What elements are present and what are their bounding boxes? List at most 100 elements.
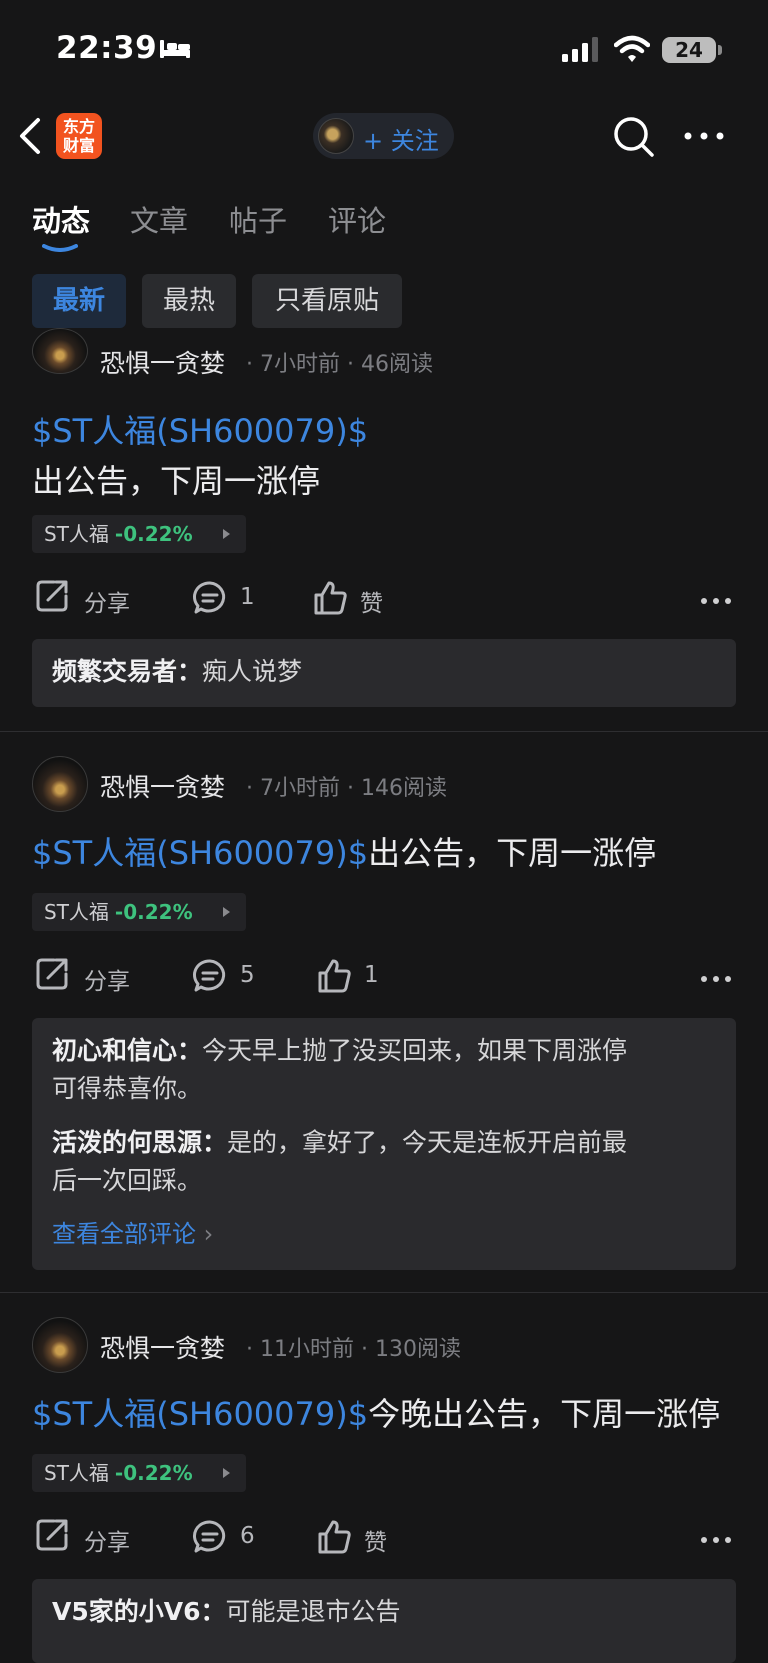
comment-text-cont: 后一次回踩。: [52, 1166, 203, 1195]
chevron-right-icon: ›: [203, 1220, 214, 1248]
post-text: 今晚出公告，下周一涨停: [368, 1395, 721, 1433]
author-name[interactable]: 恐惧一贪婪: [100, 1329, 225, 1365]
share-icon[interactable]: [34, 578, 70, 614]
tab-comments[interactable]: 评论: [328, 198, 386, 240]
post-item: 恐惧一贪婪 · 7小时前 · 46阅读 $ST人福(SH600079)$ 出公告…: [0, 328, 768, 732]
post-time: 11小时前: [260, 1337, 354, 1362]
view-all-label: 查看全部评论: [52, 1220, 196, 1248]
caret-right-icon: [223, 1468, 230, 1478]
stock-cashtag[interactable]: $ST人福(SH600079)$: [32, 1395, 368, 1433]
tab-dynamics[interactable]: 动态: [32, 198, 90, 240]
cellular-signal-icon: [562, 37, 598, 62]
author-avatar[interactable]: [32, 328, 88, 374]
stock-cashtag[interactable]: $ST人福(SH600079)$: [32, 412, 368, 450]
author-name[interactable]: 恐惧一贪婪: [100, 768, 225, 804]
like-thumb-icon[interactable]: [316, 1519, 352, 1555]
post-item: 恐惧一贪婪 · 11小时前 · 130阅读 $ST人福(SH600079)$今晚…: [0, 1293, 768, 1663]
post-content[interactable]: $ST人福(SH600079)$今晚出公告，下周一涨停: [32, 1389, 742, 1439]
comment-line: V5家的小V6：可能是退市公告: [52, 1593, 716, 1631]
view-all-comments-link[interactable]: 查看全部评论 ›: [52, 1214, 213, 1249]
commenter-name[interactable]: 活泼的何思源：: [52, 1128, 227, 1157]
caret-right-icon: [223, 529, 230, 539]
post-meta: · 11小时前 · 130阅读: [246, 1337, 461, 1362]
comment-icon[interactable]: [192, 580, 228, 616]
stock-name: ST人福: [44, 900, 109, 924]
status-time: 22:39: [56, 30, 158, 66]
post-text: 出公告，下周一涨停: [368, 834, 657, 872]
comment-preview-box[interactable]: 频繁交易者：痴人说梦: [32, 639, 736, 707]
back-arrow-icon[interactable]: [16, 116, 46, 156]
filter-hottest[interactable]: 最热: [142, 274, 236, 328]
stock-quote-tag[interactable]: ST人福 -0.22%: [32, 893, 246, 931]
follow-label: + 关注: [363, 127, 439, 155]
eastmoney-logo[interactable]: 东方财富: [56, 113, 102, 159]
post-text: 出公告，下周一涨停: [32, 462, 321, 500]
status-bar: 22:39 24: [0, 0, 768, 100]
post-item: 恐惧一贪婪 · 7小时前 · 146阅读 $ST人福(SH600079)$出公告…: [0, 732, 768, 1292]
active-tab-indicator: [42, 244, 78, 252]
author-name[interactable]: 恐惧一贪婪: [100, 344, 225, 380]
tab-articles[interactable]: 文章: [130, 198, 188, 240]
search-icon[interactable]: [612, 115, 656, 159]
comment-text: 是的，拿好了，今天是连板开启前最: [227, 1128, 628, 1157]
stock-quote-tag[interactable]: ST人福 -0.22%: [32, 515, 246, 553]
comment-text: 痴人说梦: [202, 657, 303, 686]
wifi-icon: [614, 35, 650, 62]
battery-level: 24: [662, 37, 716, 63]
comment-line: 活泼的何思源：是的，拿好了，今天是连板开启前最 后一次回踩。: [52, 1124, 716, 1200]
post-meta: · 7小时前 · 146阅读: [246, 776, 447, 801]
like-count[interactable]: 1: [364, 962, 379, 988]
post-content[interactable]: $ST人福(SH600079)$出公告，下周一涨停: [32, 828, 742, 878]
post-more-icon[interactable]: [700, 1535, 732, 1545]
share-label[interactable]: 分享: [84, 1523, 130, 1557]
commenter-name[interactable]: 初心和信心：: [52, 1036, 202, 1065]
like-thumb-icon[interactable]: [316, 958, 352, 994]
like-thumb-icon[interactable]: [312, 580, 348, 616]
sleep-focus-icon: [160, 40, 190, 58]
comment-icon[interactable]: [192, 958, 228, 994]
comment-line: 频繁交易者：痴人说梦: [52, 653, 716, 691]
stock-quote-tag[interactable]: ST人福 -0.22%: [32, 1454, 246, 1492]
commenter-name[interactable]: 频繁交易者：: [52, 657, 202, 686]
share-icon[interactable]: [34, 956, 70, 992]
author-avatar[interactable]: [32, 1317, 88, 1373]
stock-cashtag[interactable]: $ST人福(SH600079)$: [32, 834, 368, 872]
caret-right-icon: [223, 907, 230, 917]
comment-icon[interactable]: [192, 1519, 228, 1555]
comment-text-cont: 可得恭喜你。: [52, 1074, 203, 1103]
author-avatar[interactable]: [32, 756, 88, 812]
comment-count[interactable]: 1: [240, 584, 255, 610]
share-label[interactable]: 分享: [84, 584, 130, 618]
follow-button[interactable]: + 关注: [313, 113, 454, 159]
post-meta: · 7小时前 · 46阅读: [246, 352, 433, 377]
comment-count[interactable]: 6: [240, 1523, 255, 1549]
comment-text: 可能是退市公告: [225, 1597, 401, 1626]
post-time: 7小时前: [260, 352, 340, 377]
comment-line: 初心和信心：今天早上抛了没买回来，如果下周涨停可得恭喜你。: [52, 1032, 716, 1108]
filter-original-only[interactable]: 只看原贴: [252, 274, 402, 328]
post-more-icon[interactable]: [700, 974, 732, 984]
more-options-icon[interactable]: [682, 124, 726, 148]
like-label[interactable]: 赞: [360, 584, 383, 618]
filter-latest[interactable]: 最新: [32, 274, 126, 328]
stock-change: -0.22%: [114, 1461, 193, 1485]
post-more-icon[interactable]: [700, 596, 732, 606]
stock-change: -0.22%: [114, 522, 193, 546]
share-label[interactable]: 分享: [84, 962, 130, 996]
battery-tip: [718, 45, 722, 55]
stock-change: -0.22%: [114, 900, 193, 924]
post-reads: 146阅读: [360, 776, 447, 801]
tab-posts[interactable]: 帖子: [229, 198, 287, 240]
commenter-name[interactable]: V5家的小V6：: [52, 1597, 226, 1626]
comment-preview-box[interactable]: V5家的小V6：可能是退市公告: [32, 1579, 736, 1663]
post-reads: 130阅读: [374, 1337, 461, 1362]
comment-count[interactable]: 5: [240, 962, 255, 988]
post-reads: 46阅读: [360, 352, 433, 377]
share-icon[interactable]: [34, 1517, 70, 1553]
post-content[interactable]: $ST人福(SH600079)$ 出公告，下周一涨停: [32, 406, 742, 506]
stock-name: ST人福: [44, 1461, 109, 1485]
comment-text: 今天早上抛了没买回来，如果下周涨停: [202, 1036, 628, 1065]
stock-name: ST人福: [44, 522, 109, 546]
comment-preview-box[interactable]: 初心和信心：今天早上抛了没买回来，如果下周涨停可得恭喜你。 活泼的何思源：是的，…: [32, 1018, 736, 1270]
like-label[interactable]: 赞: [364, 1523, 387, 1557]
